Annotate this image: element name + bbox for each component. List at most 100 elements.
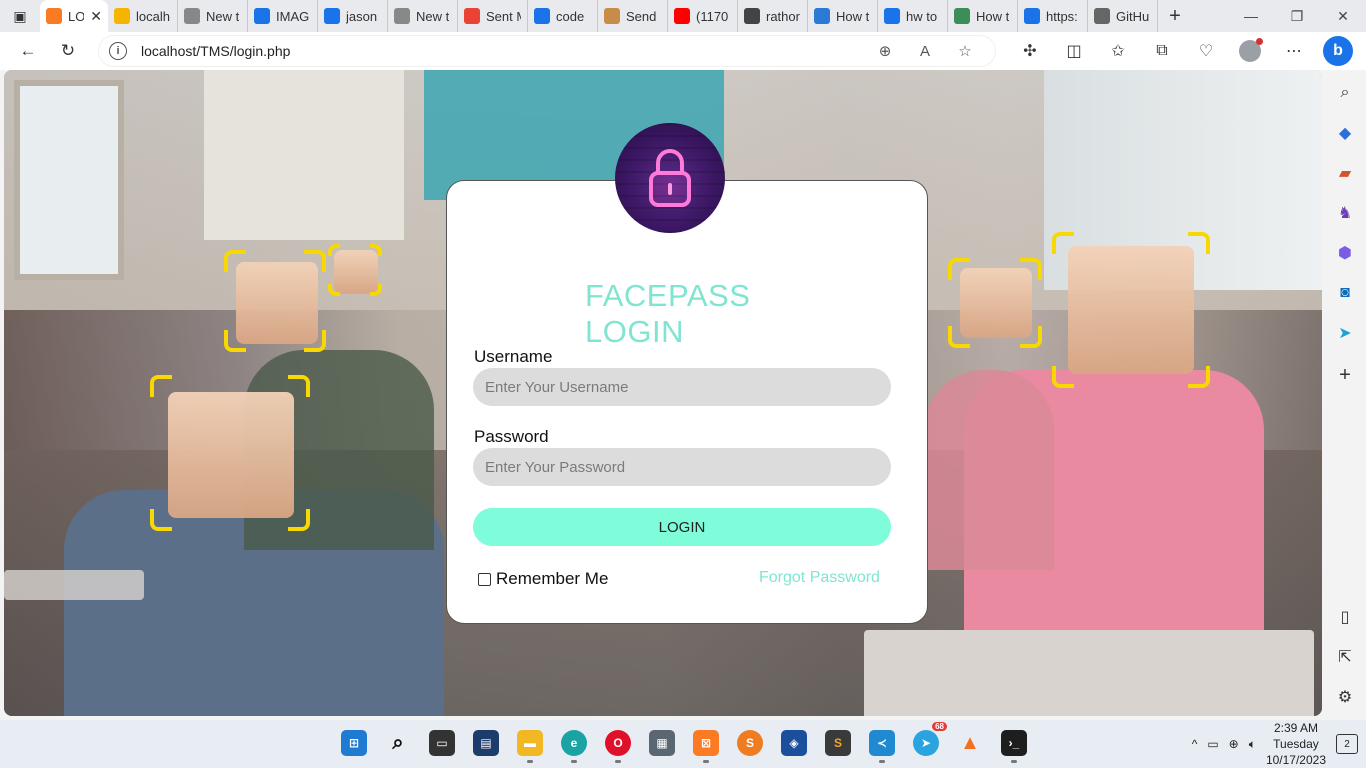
address-bar[interactable]: i localhost/TMS/login.php ⊕ A ☆: [98, 35, 996, 67]
more-dots-icon: ⋯: [1286, 43, 1302, 60]
browser-tab[interactable]: New t: [388, 0, 458, 32]
new-tab-button[interactable]: +: [1158, 0, 1192, 32]
url-text[interactable]: localhost/TMS/login.php: [141, 43, 865, 59]
neon-lock-icon: [649, 149, 691, 207]
open-external-icon[interactable]: ⇱: [1334, 646, 1356, 668]
browser-tab[interactable]: code: [528, 0, 598, 32]
tab-actions-icon: ▣: [13, 7, 27, 24]
gmail-icon: [464, 8, 480, 24]
forgot-password-link[interactable]: Forgot Password: [759, 569, 880, 587]
drop-send-icon[interactable]: ➤: [1334, 322, 1356, 344]
browser-tab[interactable]: LO ✕: [40, 0, 108, 32]
desk-left: [4, 570, 144, 600]
terminal-icon[interactable]: ›_: [1001, 730, 1027, 763]
password-input[interactable]: [473, 448, 891, 486]
settings-menu-button[interactable]: ⋯: [1272, 33, 1316, 69]
sublime-text-icon[interactable]: S: [825, 730, 851, 756]
remember-me-checkbox[interactable]: [478, 572, 491, 586]
read-aloud-icon[interactable]: A: [905, 43, 945, 60]
refresh-icon: ↻: [60, 41, 76, 60]
widgets-icon[interactable]: ▤: [473, 730, 499, 756]
student-shirt-mid: [924, 370, 1054, 570]
copilot-button[interactable]: b: [1316, 33, 1360, 69]
browser-tab[interactable]: (1170: [668, 0, 738, 32]
avatar: [1239, 38, 1263, 62]
window-controls: — ❐ ✕: [1228, 0, 1366, 32]
browser-tab[interactable]: localh: [108, 0, 178, 32]
sublime-icon[interactable]: S: [737, 730, 763, 756]
outlook-icon[interactable]: ◙: [1334, 282, 1356, 304]
shopping-tag-icon[interactable]: ◆: [1334, 122, 1356, 144]
windows-start-icon[interactable]: ⊞: [341, 730, 367, 756]
xampp-icon: [46, 8, 62, 24]
browser-tab[interactable]: Sent M: [458, 0, 528, 32]
favorites-button[interactable]: ✩: [1096, 33, 1140, 69]
task-view-icon[interactable]: ▭: [429, 730, 455, 756]
zoom-icon[interactable]: ⊕: [865, 42, 905, 60]
search-icon: [884, 8, 900, 24]
vlc-icon[interactable]: ▲: [957, 730, 983, 756]
browser-tab[interactable]: GitHu: [1088, 0, 1158, 32]
refresh-button[interactable]: ↻: [48, 33, 88, 69]
remember-me-label[interactable]: Remember Me: [496, 569, 608, 589]
browser-tab[interactable]: New t: [178, 0, 248, 32]
virtualbox-icon[interactable]: ◈: [781, 730, 807, 756]
search-icon[interactable]: ⌕: [1334, 82, 1356, 104]
extensions-button[interactable]: ✣: [1008, 33, 1052, 69]
browser-tab[interactable]: jason: [318, 0, 388, 32]
sidebar-settings-icon[interactable]: ⚙: [1334, 686, 1356, 708]
site-info-icon[interactable]: i: [109, 42, 127, 60]
login-button[interactable]: LOGIN: [473, 508, 891, 546]
favorite-star-icon[interactable]: ☆: [945, 42, 985, 60]
youtube-icon: [674, 8, 690, 24]
browser-tab[interactable]: https:: [1018, 0, 1088, 32]
telegram-badge: 68: [932, 722, 947, 731]
search-icon[interactable]: ⌕: [385, 730, 411, 756]
close-window-button[interactable]: ✕: [1320, 0, 1366, 32]
browser-tab[interactable]: IMAG: [248, 0, 318, 32]
collections-button[interactable]: ⧉: [1140, 33, 1184, 69]
search-icon: [1024, 8, 1040, 24]
opera-icon[interactable]: O: [605, 730, 631, 763]
microsoft-365-icon[interactable]: ⬢: [1334, 242, 1356, 264]
search-icon: [324, 8, 340, 24]
username-input[interactable]: [473, 368, 891, 406]
search-icon: [254, 8, 270, 24]
browser-tab[interactable]: rathor: [738, 0, 808, 32]
split-screen-button[interactable]: ◫: [1052, 33, 1096, 69]
chevron-up-icon[interactable]: ^: [1192, 737, 1198, 751]
close-tab-icon[interactable]: ✕: [90, 8, 102, 25]
file-explorer-icon[interactable]: ▬: [517, 730, 543, 763]
browser-essentials-button[interactable]: ♡: [1184, 33, 1228, 69]
calculator-icon[interactable]: ▦: [649, 730, 675, 756]
globe-icon[interactable]: ⊕: [1229, 737, 1239, 751]
browser-tab[interactable]: hw to: [878, 0, 948, 32]
clock-date: 10/17/2023: [1265, 753, 1326, 767]
browser-tab[interactable]: Send: [598, 0, 668, 32]
games-chess-icon[interactable]: ♞: [1334, 202, 1356, 224]
back-arrow-icon: ←: [19, 41, 37, 60]
clock[interactable]: 2:39 AM Tuesday 10/17/2023: [1266, 720, 1326, 768]
telegram-icon[interactable]: ➤ 68: [913, 722, 947, 756]
tab-actions-button[interactable]: ▣: [0, 0, 40, 32]
restore-button[interactable]: ❐: [1274, 0, 1320, 32]
volume-icon[interactable]: 🔈︎: [1249, 737, 1256, 752]
lock-emblem: [615, 123, 725, 233]
battery-icon[interactable]: ▭: [1207, 737, 1218, 751]
tools-briefcase-icon[interactable]: ▰: [1334, 162, 1356, 184]
browser-toolbar: ← ↻ i localhost/TMS/login.php ⊕ A ☆ ✣ ◫ …: [0, 32, 1366, 70]
browser-tab[interactable]: How t: [808, 0, 878, 32]
toolbar-right: ✣ ◫ ✩ ⧉ ♡ ⋯ b: [1008, 33, 1360, 69]
add-sidebar-icon[interactable]: +: [1334, 364, 1356, 386]
notification-center-icon[interactable]: 2: [1336, 734, 1358, 754]
tab-title: Sent M: [486, 8, 521, 24]
xampp-icon[interactable]: ⊠: [693, 730, 719, 763]
minimize-button[interactable]: —: [1228, 0, 1274, 32]
hide-sidebar-icon[interactable]: ▯: [1334, 606, 1356, 628]
edge-browser-icon[interactable]: e: [561, 730, 587, 763]
vscode-icon[interactable]: ≺: [869, 730, 895, 763]
back-button[interactable]: ←: [8, 33, 48, 69]
tab-title: GitHu: [1116, 8, 1150, 24]
profile-button[interactable]: [1228, 33, 1272, 69]
browser-tab[interactable]: How t: [948, 0, 1018, 32]
